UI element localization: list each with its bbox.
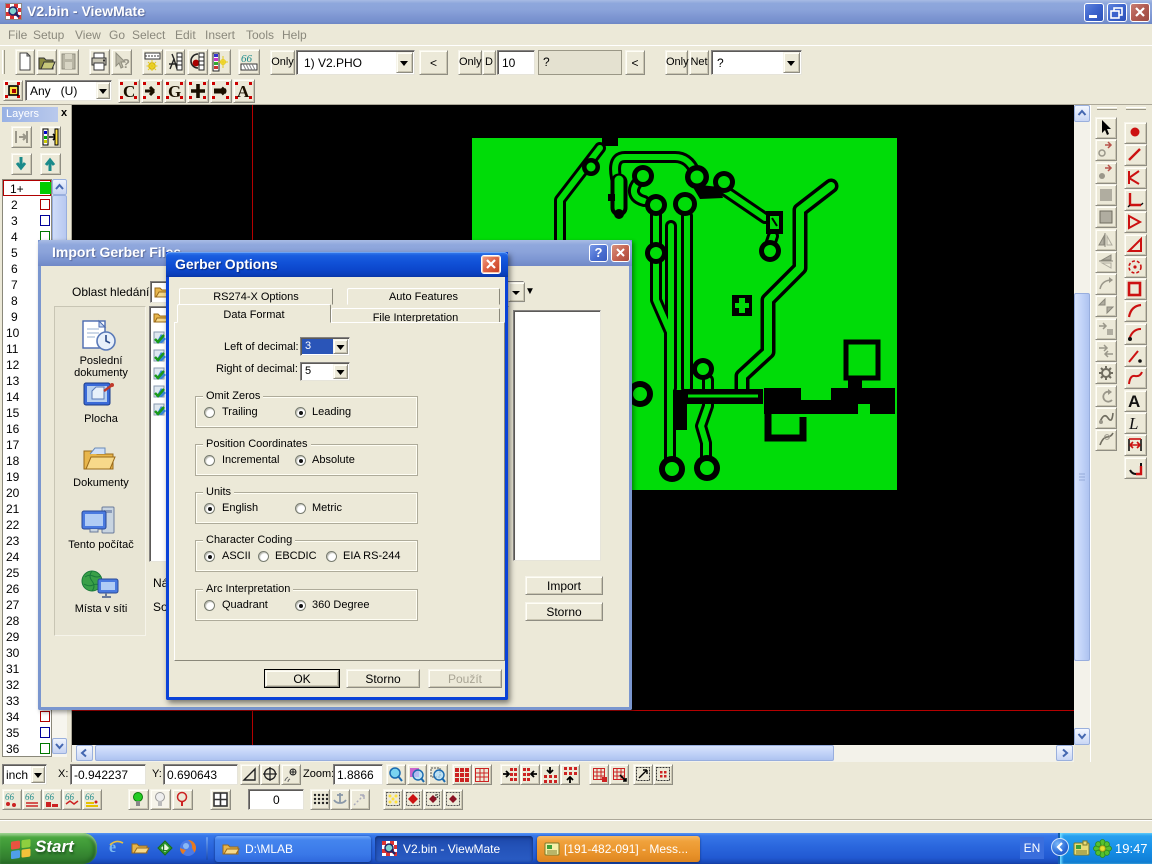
svg-text:L: L — [163, 844, 168, 853]
svg-text:66: 66 — [45, 792, 55, 802]
svg-text:s: s — [435, 793, 439, 800]
svg-text:G: G — [168, 82, 181, 101]
svg-text:L: L — [1128, 414, 1138, 433]
svg-text:66: 66 — [241, 53, 253, 65]
svg-text:C: C — [123, 82, 135, 101]
svg-text:66: 66 — [85, 792, 95, 802]
svg-text:?: ? — [122, 56, 130, 71]
svg-text:66: 66 — [5, 792, 15, 802]
svg-text:A: A — [237, 82, 250, 101]
svg-text:66: 66 — [25, 792, 35, 802]
svg-text:A: A — [1128, 392, 1140, 411]
